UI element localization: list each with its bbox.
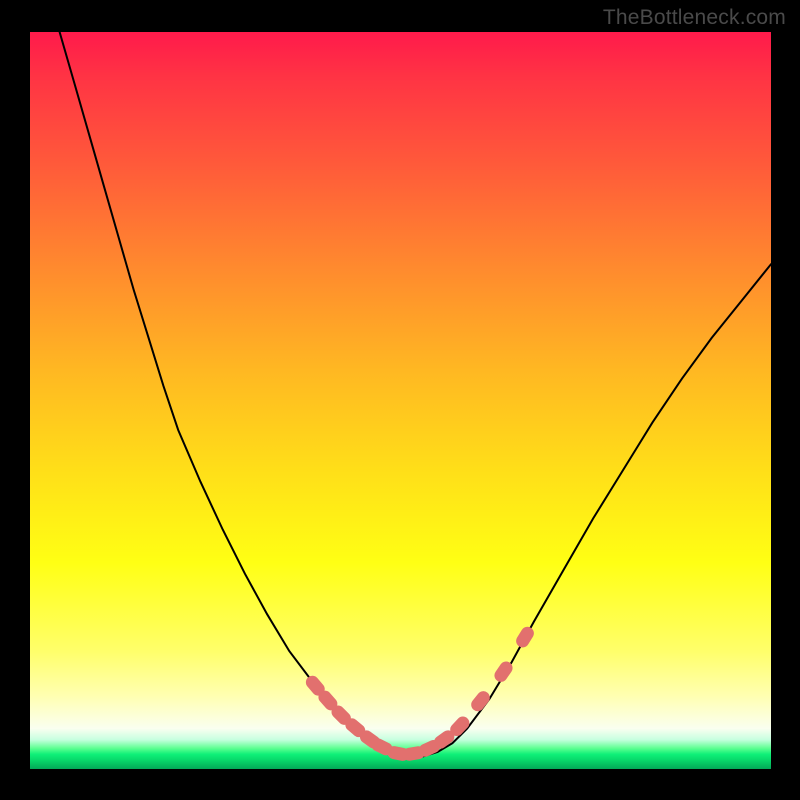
bottleneck-curve [60, 32, 771, 757]
plot-area [30, 32, 771, 769]
chart-frame: TheBottleneck.com [0, 0, 800, 800]
chart-svg [30, 32, 771, 769]
watermark-text: TheBottleneck.com [603, 6, 786, 30]
marker-group [303, 624, 536, 762]
curve-group [60, 32, 771, 757]
sample-point [514, 624, 537, 650]
